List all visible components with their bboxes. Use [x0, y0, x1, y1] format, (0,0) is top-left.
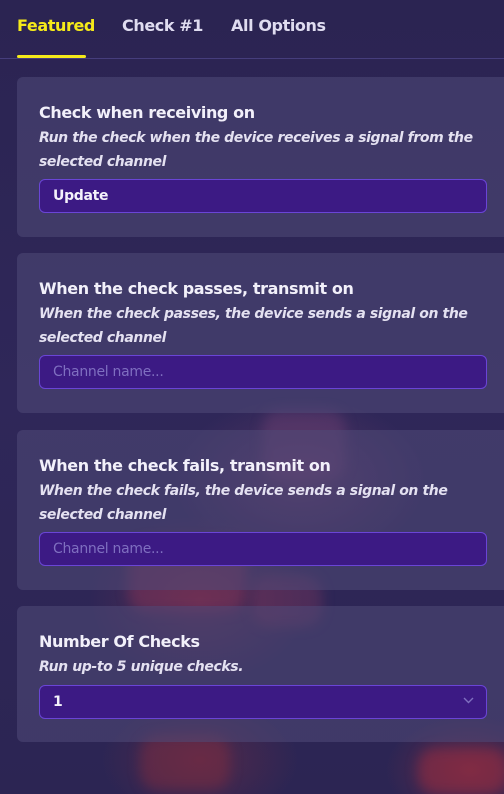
- tab-featured[interactable]: Featured: [17, 16, 95, 35]
- section-title: Check when receiving on: [39, 103, 255, 122]
- tab-bar: Featured Check #1 All Options: [0, 0, 504, 59]
- section-description: When the check fails, the device sends a…: [39, 483, 448, 523]
- section-pass-channel: When the check passes, transmit on When …: [17, 253, 504, 413]
- section-receive-channel: Check when receiving on Run the check wh…: [17, 77, 504, 237]
- background-blob: [140, 735, 230, 790]
- section-fail-channel: When the check fails, transmit on When t…: [17, 430, 504, 590]
- background-blob: [418, 748, 504, 794]
- chevron-down-icon: [463, 697, 474, 704]
- section-title: Number Of Checks: [39, 632, 200, 651]
- receive-channel-value: Update: [53, 188, 109, 204]
- section-description: When the check passes, the device sends …: [39, 306, 468, 346]
- number-of-checks-value: 1: [53, 694, 63, 710]
- tab-check-1[interactable]: Check #1: [122, 16, 203, 35]
- active-tab-indicator: [17, 55, 86, 58]
- section-description: Run up-to 5 unique checks.: [39, 659, 244, 675]
- section-number-of-checks: Number Of Checks Run up-to 5 unique chec…: [17, 606, 504, 742]
- pass-channel-input[interactable]: [39, 355, 487, 389]
- section-title: When the check passes, transmit on: [39, 279, 354, 298]
- fail-channel-input[interactable]: [39, 532, 487, 566]
- tab-all-options[interactable]: All Options: [231, 16, 326, 35]
- section-title: When the check fails, transmit on: [39, 456, 331, 475]
- section-description: Run the check when the device receives a…: [39, 130, 473, 170]
- number-of-checks-select[interactable]: 1: [39, 685, 487, 719]
- receive-channel-field[interactable]: Update: [39, 179, 487, 213]
